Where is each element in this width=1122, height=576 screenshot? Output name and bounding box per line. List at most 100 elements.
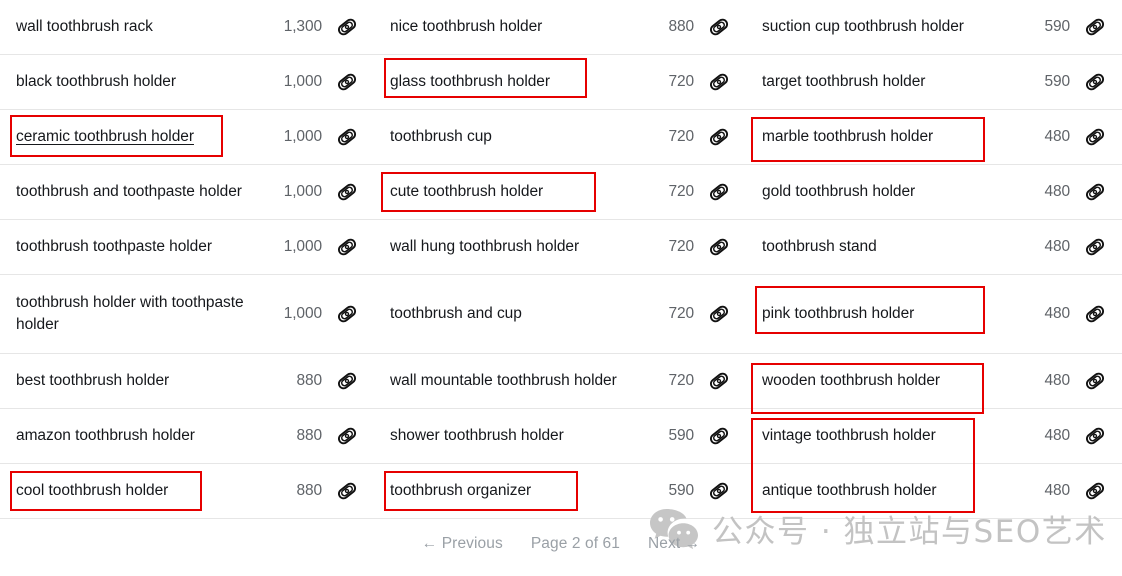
keyword-term[interactable]: amazon toothbrush holder [16,425,276,447]
keyword-row[interactable]: toothbrush stand 480 [746,220,1122,275]
search-volume: 590 [668,482,694,499]
keyword-row[interactable]: toothbrush holder with toothpaste holder… [0,275,374,354]
search-volume: 480 [1044,372,1070,389]
keyword-term[interactable]: wall hung toothbrush holder [390,236,648,258]
keyword-row[interactable]: cool toothbrush holder 880 [0,464,374,519]
link-chain-icon[interactable] [1084,370,1106,392]
keyword-row[interactable]: amazon toothbrush holder 880 [0,409,374,464]
keyword-term[interactable]: wooden toothbrush holder [762,370,1024,392]
link-chain-icon[interactable] [708,370,730,392]
search-volume: 590 [668,427,694,444]
link-chain-icon[interactable] [708,71,730,93]
keyword-row[interactable]: toothbrush toothpaste holder 1,000 [0,220,374,275]
keyword-term[interactable]: wall mountable toothbrush holder [390,370,648,392]
keyword-row[interactable]: vintage toothbrush holder 480 [746,409,1122,464]
link-chain-icon[interactable] [708,126,730,148]
link-chain-icon[interactable] [708,480,730,502]
keyword-row[interactable]: nice toothbrush holder 880 [374,0,746,55]
link-chain-icon[interactable] [336,370,358,392]
keyword-term[interactable]: toothbrush holder with toothpaste holder [16,292,276,336]
page-status-label: Page 2 of 61 [530,535,620,552]
link-chain-icon[interactable] [708,181,730,203]
keyword-term[interactable]: best toothbrush holder [16,370,276,392]
keyword-row[interactable]: gold toothbrush holder 480 [746,165,1122,220]
keyword-term[interactable]: toothbrush and cup [390,303,648,325]
link-chain-icon[interactable] [708,425,730,447]
link-chain-icon[interactable] [336,181,358,203]
link-chain-icon[interactable] [708,236,730,258]
link-chain-icon[interactable] [1084,126,1106,148]
keyword-row[interactable]: black toothbrush holder 1,000 [0,55,374,110]
keyword-term[interactable]: shower toothbrush holder [390,425,648,447]
link-chain-icon[interactable] [336,480,358,502]
keyword-term[interactable]: toothbrush stand [762,236,1024,258]
keyword-term[interactable]: toothbrush toothpaste holder [16,236,276,258]
keyword-row[interactable]: glass toothbrush holder 720 [374,55,746,110]
keyword-row[interactable]: toothbrush and toothpaste holder 1,000 [0,165,374,220]
link-chain-icon[interactable] [336,16,358,38]
keyword-row[interactable]: pink toothbrush holder 480 [746,275,1122,354]
previous-page-button[interactable]: ← Previous [422,535,503,553]
search-volume: 1,300 [283,18,322,35]
link-chain-icon[interactable] [1084,480,1106,502]
keyword-term[interactable]: toothbrush and toothpaste holder [16,181,276,203]
keyword-term[interactable]: vintage toothbrush holder [762,425,1024,447]
keyword-term[interactable]: wall toothbrush rack [16,16,276,38]
link-chain-icon[interactable] [1084,303,1106,325]
keyword-row[interactable]: suction cup toothbrush holder 590 [746,0,1122,55]
link-chain-icon[interactable] [708,303,730,325]
keyword-row[interactable]: toothbrush and cup 720 [374,275,746,354]
keyword-row[interactable]: best toothbrush holder 880 [0,354,374,409]
keyword-row[interactable]: cute toothbrush holder 720 [374,165,746,220]
next-page-button[interactable]: Next → [648,535,700,553]
keyword-results-page: wall toothbrush rack 1,300 black toothbrus… [0,0,1122,576]
search-volume: 880 [296,482,322,499]
keyword-row[interactable]: ceramic toothbrush holder 1,000 [0,110,374,165]
keyword-term[interactable]: pink toothbrush holder [762,303,1024,325]
keyword-term[interactable]: black toothbrush holder [16,71,276,93]
link-chain-icon[interactable] [1084,71,1106,93]
keyword-row[interactable]: wall mountable toothbrush holder 720 [374,354,746,409]
link-chain-icon[interactable] [336,71,358,93]
search-volume: 720 [668,128,694,145]
keyword-row[interactable]: wooden toothbrush holder 480 [746,354,1122,409]
keyword-term[interactable]: target toothbrush holder [762,71,1024,93]
keyword-term[interactable]: toothbrush organizer [390,480,648,502]
link-chain-icon[interactable] [336,303,358,325]
keyword-term[interactable]: antique toothbrush holder [762,480,1024,502]
keyword-term[interactable]: toothbrush cup [390,126,648,148]
keyword-term[interactable]: suction cup toothbrush holder [762,16,1024,38]
search-volume: 480 [1044,427,1070,444]
keyword-term[interactable]: cool toothbrush holder [16,480,276,502]
search-volume: 720 [668,372,694,389]
keyword-column-1: wall toothbrush rack 1,300 black toothbrus… [0,0,374,519]
keyword-row[interactable]: marble toothbrush holder 480 [746,110,1122,165]
keyword-row[interactable]: wall toothbrush rack 1,300 [0,0,374,55]
keyword-row[interactable]: toothbrush organizer 590 [374,464,746,519]
keyword-column-2: nice toothbrush holder 880 glass toothbrus… [374,0,746,519]
search-volume: 880 [668,18,694,35]
search-volume: 480 [1044,482,1070,499]
link-chain-icon[interactable] [1084,236,1106,258]
search-volume: 1,000 [283,305,322,322]
keyword-term[interactable]: glass toothbrush holder [390,71,648,93]
link-chain-icon[interactable] [708,16,730,38]
link-chain-icon[interactable] [336,425,358,447]
link-chain-icon[interactable] [336,126,358,148]
link-chain-icon[interactable] [1084,181,1106,203]
search-volume: 880 [296,427,322,444]
keyword-term[interactable]: marble toothbrush holder [762,126,1024,148]
link-chain-icon[interactable] [336,236,358,258]
link-chain-icon[interactable] [1084,425,1106,447]
keyword-term[interactable]: gold toothbrush holder [762,181,1024,203]
keyword-term[interactable]: ceramic toothbrush holder [16,126,276,148]
keyword-row[interactable]: shower toothbrush holder 590 [374,409,746,464]
keyword-column-3: suction cup toothbrush holder 590 target t… [746,0,1122,519]
keyword-row[interactable]: target toothbrush holder 590 [746,55,1122,110]
link-chain-icon[interactable] [1084,16,1106,38]
keyword-term[interactable]: nice toothbrush holder [390,16,648,38]
keyword-row[interactable]: toothbrush cup 720 [374,110,746,165]
keyword-row[interactable]: antique toothbrush holder 480 [746,464,1122,519]
keyword-row[interactable]: wall hung toothbrush holder 720 [374,220,746,275]
keyword-term[interactable]: cute toothbrush holder [390,181,648,203]
